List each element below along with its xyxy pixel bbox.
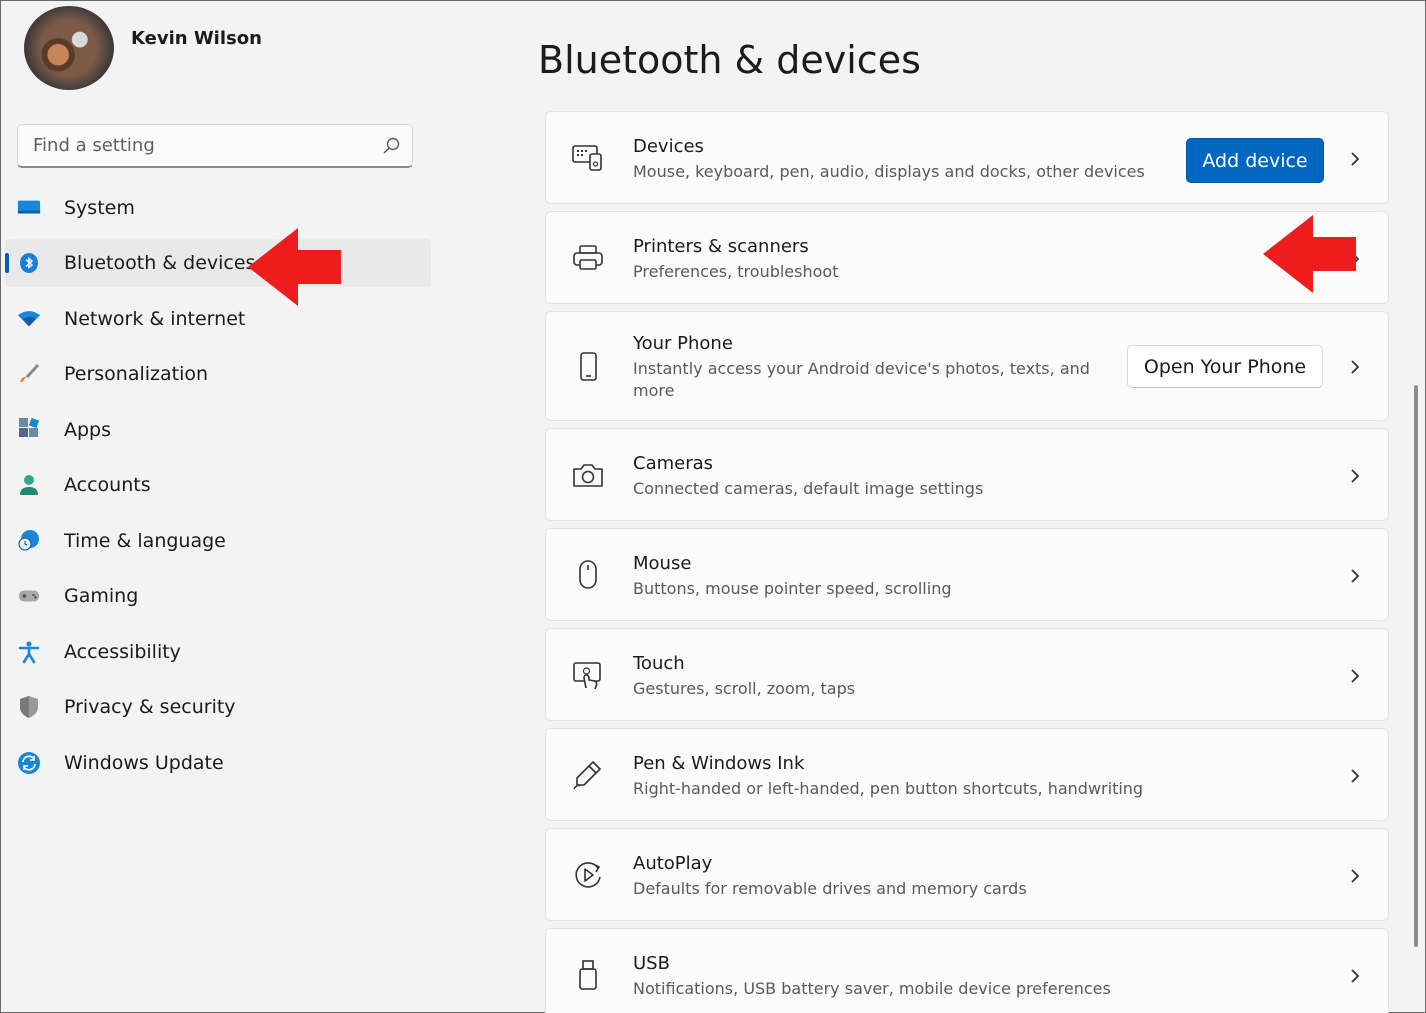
card-devices[interactable]: Devices Mouse, keyboard, pen, audio, dis… — [545, 111, 1389, 204]
chevron-right-icon — [1351, 360, 1360, 374]
autoplay-icon — [570, 857, 606, 893]
person-icon — [17, 473, 41, 497]
page-title: Bluetooth & devices — [538, 38, 921, 82]
sidebar-item-label: System — [64, 197, 135, 219]
sidebar-item-network-internet[interactable]: Network & internet — [5, 295, 431, 343]
red-arrow-left-icon — [1263, 215, 1356, 293]
chevron-right-icon — [1351, 869, 1360, 883]
sidebar-item-time-language[interactable]: Time & language — [5, 517, 431, 565]
touch-icon — [570, 657, 606, 693]
phone-icon — [570, 349, 606, 385]
card-touch[interactable]: Touch Gestures, scroll, zoom, taps — [545, 628, 1389, 721]
sync-icon — [17, 751, 41, 775]
scrollbar[interactable] — [1414, 385, 1418, 947]
gamepad-icon — [17, 584, 41, 608]
sidebar-item-bluetooth-devices[interactable]: Bluetooth & devices — [5, 239, 431, 287]
red-arrow-left-icon — [248, 228, 341, 306]
search-box[interactable]: Find a setting — [17, 124, 413, 168]
brush-icon — [17, 362, 41, 386]
card-subtitle: Defaults for removable drives and memory… — [633, 879, 1027, 898]
usb-icon — [570, 957, 606, 993]
add-device-button[interactable]: Add device — [1186, 138, 1324, 183]
user-name: Kevin Wilson — [131, 28, 262, 49]
sidebar-item-accessibility[interactable]: Accessibility — [5, 628, 431, 676]
card-autoplay[interactable]: AutoPlay Defaults for removable drives a… — [545, 828, 1389, 921]
sidebar-item-label: Accounts — [64, 474, 151, 496]
sidebar-item-label: Time & language — [64, 530, 226, 552]
devices-icon — [570, 140, 606, 176]
sidebar-item-label: Network & internet — [64, 308, 246, 330]
selection-indicator — [5, 253, 9, 273]
sidebar-item-personalization[interactable]: Personalization — [5, 350, 431, 398]
chevron-right-icon — [1351, 969, 1360, 983]
apps-icon — [17, 418, 41, 442]
sidebar-item-privacy-security[interactable]: Privacy & security — [5, 683, 431, 731]
sidebar-item-label: Bluetooth & devices — [64, 252, 256, 274]
chevron-right-icon — [1351, 152, 1360, 166]
card-subtitle: Preferences, troubleshoot — [633, 262, 839, 281]
card-mouse[interactable]: Mouse Buttons, mouse pointer speed, scro… — [545, 528, 1389, 621]
card-subtitle: Right-handed or left-handed, pen button … — [633, 779, 1144, 798]
card-title: AutoPlay — [633, 853, 713, 874]
pen-icon — [570, 757, 606, 793]
sidebar-item-label: Personalization — [64, 363, 209, 385]
card-subtitle: Gestures, scroll, zoom, taps — [633, 679, 856, 698]
bluetooth-icon — [17, 251, 41, 275]
sidebar-item-label: Windows Update — [64, 752, 224, 774]
card-title: Pen & Windows Ink — [633, 753, 805, 774]
card-title: Devices — [633, 136, 704, 157]
card-title: Mouse — [633, 553, 692, 574]
accessibility-icon — [17, 640, 41, 664]
card-title: Cameras — [633, 453, 714, 474]
sidebar-item-system[interactable]: System — [5, 184, 431, 232]
sidebar-item-label: Apps — [64, 419, 112, 441]
card-title: USB — [633, 953, 670, 974]
sidebar-item-label: Accessibility — [64, 641, 181, 663]
sidebar-item-apps[interactable]: Apps — [5, 406, 431, 454]
chevron-right-icon — [1351, 469, 1360, 483]
card-pen-windows-ink[interactable]: Pen & Windows Ink Right-handed or left-h… — [545, 728, 1389, 821]
chevron-right-icon — [1351, 769, 1360, 783]
monitor-icon — [17, 196, 41, 220]
shield-icon — [17, 695, 41, 719]
card-title: Touch — [633, 653, 685, 674]
sidebar-item-label: Privacy & security — [64, 696, 236, 718]
sidebar-item-windows-update[interactable]: Windows Update — [5, 739, 431, 787]
sidebar-item-gaming[interactable]: Gaming — [5, 572, 431, 620]
camera-icon — [570, 457, 606, 493]
card-usb[interactable]: USB Notifications, USB battery saver, mo… — [545, 928, 1389, 1013]
mouse-icon — [570, 557, 606, 593]
search-icon[interactable] — [380, 135, 402, 157]
card-subtitle: Buttons, mouse pointer speed, scrolling — [633, 579, 952, 598]
card-cameras[interactable]: Cameras Connected cameras, default image… — [545, 428, 1389, 521]
sidebar-item-label: Gaming — [64, 585, 139, 607]
wifi-icon — [17, 307, 41, 331]
search-input[interactable]: Find a setting — [33, 135, 155, 156]
card-subtitle: Notifications, USB battery saver, mobile… — [633, 979, 1111, 998]
card-title: Your Phone — [633, 333, 733, 354]
card-title: Printers & scanners — [633, 236, 809, 257]
card-your-phone[interactable]: Your Phone Instantly access your Android… — [545, 311, 1389, 421]
printer-icon — [570, 240, 606, 276]
card-subtitle: Connected cameras, default image setting… — [633, 479, 984, 498]
open-your-phone-button[interactable]: Open Your Phone — [1127, 345, 1323, 388]
chevron-right-icon — [1351, 669, 1360, 683]
globe-clock-icon — [17, 529, 41, 553]
avatar[interactable] — [24, 6, 114, 90]
card-subtitle: Mouse, keyboard, pen, audio, displays an… — [633, 162, 1145, 181]
sidebar-item-accounts[interactable]: Accounts — [5, 461, 431, 509]
chevron-right-icon — [1351, 569, 1360, 583]
card-subtitle: Instantly access your Android device's p… — [633, 359, 1090, 400]
